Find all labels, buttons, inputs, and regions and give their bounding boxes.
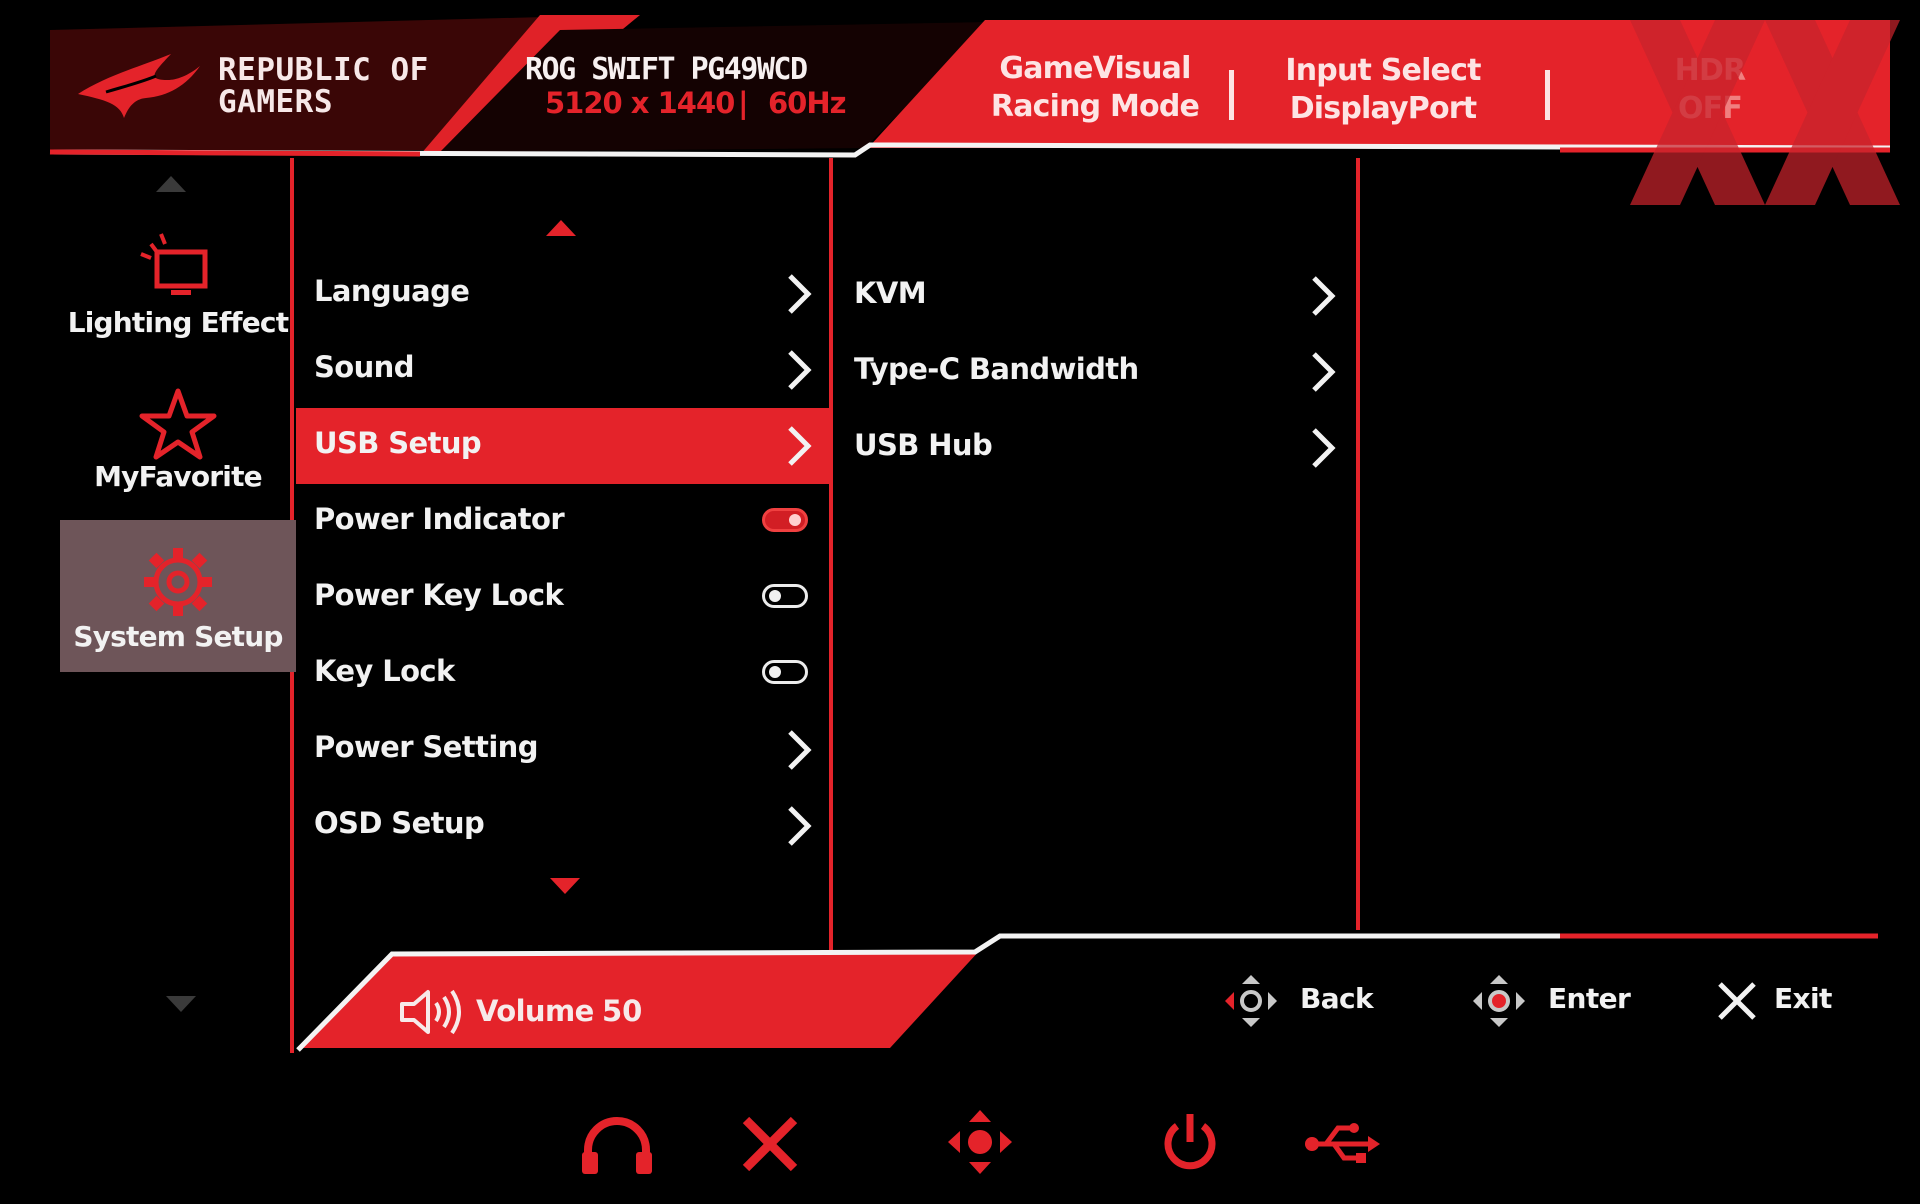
monitor-light-icon	[140, 233, 208, 295]
category-label: Lighting Effect	[67, 306, 289, 339]
resolution: 5120 x 1440	[545, 86, 735, 120]
power-icon[interactable]	[1160, 1110, 1220, 1174]
close-icon[interactable]	[740, 1114, 800, 1174]
model-name: ROG SWIFT PG49WCD	[525, 52, 808, 87]
rog-logo-icon	[78, 54, 200, 118]
menu-item-sound[interactable]: Sound	[296, 332, 830, 408]
input-select-label: Input Select	[1285, 53, 1481, 88]
refresh-rate: 60Hz	[768, 86, 847, 120]
key-lock-toggle[interactable]	[762, 660, 808, 684]
volume-icon	[400, 989, 461, 1035]
volume-label: Volume	[476, 994, 594, 1028]
nav-back-label: Back	[1300, 982, 1374, 1015]
menu-scroll-up-icon[interactable]	[546, 220, 576, 236]
submenu-item-label: USB Hub	[854, 428, 993, 462]
power-indicator-toggle[interactable]	[762, 508, 808, 532]
menu-item-label: Power Indicator	[314, 502, 565, 536]
menu-item-osd-setup[interactable]: OSD Setup	[296, 788, 830, 864]
category-myfavorite[interactable]: MyFavorite	[60, 386, 296, 506]
submenu-item-label: Type-C Bandwidth	[854, 352, 1139, 386]
submenu-item-usb-hub[interactable]: USB Hub	[836, 410, 1338, 486]
headphone-icon[interactable]	[578, 1112, 656, 1176]
resolution-separator: |	[738, 86, 749, 120]
menu-item-label: OSD Setup	[314, 806, 485, 840]
gamevisual-value: Racing Mode	[990, 89, 1200, 124]
submenu-item-type-c-bandwidth[interactable]: Type-C Bandwidth	[836, 334, 1338, 410]
chevron-right-icon	[788, 806, 812, 846]
joystick-press-icon	[1473, 975, 1525, 1027]
chevron-right-icon	[788, 730, 812, 770]
category-lighting-effect[interactable]: Lighting Effect	[60, 228, 296, 353]
gamevisual-label: GameVisual	[999, 51, 1191, 86]
menu-item-usb-setup[interactable]: USB Setup	[296, 408, 830, 484]
chevron-right-icon	[1312, 352, 1336, 392]
chevron-right-icon	[788, 274, 812, 314]
power-key-lock-toggle[interactable]	[762, 584, 808, 608]
usb-icon[interactable]	[1304, 1118, 1380, 1166]
nav-enter-label: Enter	[1548, 982, 1631, 1015]
category-label: MyFavorite	[94, 460, 263, 493]
category-system-setup[interactable]: System Setup	[60, 520, 296, 672]
input-select-status[interactable]: Input Select DisplayPort	[1278, 52, 1488, 128]
volume-value: 50	[602, 994, 643, 1028]
gear-icon	[144, 548, 212, 616]
menu-item-label: USB Setup	[314, 426, 482, 460]
menu-item-label: Power Key Lock	[314, 578, 564, 612]
chevron-right-icon	[788, 426, 812, 466]
menu-item-power-setting[interactable]: Power Setting	[296, 712, 830, 788]
menu-item-label: Sound	[314, 350, 414, 384]
menu-item-power-indicator[interactable]: Power Indicator	[296, 484, 830, 560]
chevron-right-icon	[1312, 428, 1336, 468]
submenu-item-label: KVM	[854, 276, 927, 310]
frame-line-right	[1356, 158, 1360, 930]
nav-exit[interactable]: Exit	[1716, 974, 1856, 1034]
menu-item-label: Key Lock	[314, 654, 455, 688]
category-label: System Setup	[73, 620, 283, 653]
submenu-item-kvm[interactable]: KVM	[836, 258, 1338, 334]
menu-item-language[interactable]: Language	[296, 256, 830, 332]
input-select-value: DisplayPort	[1289, 91, 1477, 126]
menu-item-power-key-lock[interactable]: Power Key Lock	[296, 560, 830, 636]
brand-line1: REPUBLIC OF	[218, 52, 429, 88]
joystick-left-icon	[1225, 975, 1277, 1027]
nav-exit-label: Exit	[1774, 982, 1832, 1015]
nav-enter[interactable]: Enter	[1470, 970, 1631, 1030]
gamevisual-status[interactable]: GameVisual Racing Mode	[990, 50, 1200, 126]
menu-scroll-down-icon[interactable]	[550, 878, 580, 894]
chevron-right-icon	[1312, 276, 1336, 316]
watermark-logo	[1630, 20, 1900, 205]
bottom-bar	[296, 933, 1878, 1052]
close-icon	[1718, 982, 1756, 1020]
nav-back[interactable]: Back	[1222, 970, 1374, 1030]
joystick-icon[interactable]	[946, 1108, 1014, 1176]
menu-item-key-lock[interactable]: Key Lock	[296, 636, 830, 712]
category-scroll-up-icon[interactable]	[156, 176, 186, 192]
menu-item-label: Language	[314, 274, 470, 308]
brand-line2: GAMERS	[218, 84, 333, 120]
menu-item-label: Power Setting	[314, 730, 538, 764]
chevron-right-icon	[788, 350, 812, 390]
star-icon	[139, 388, 217, 460]
